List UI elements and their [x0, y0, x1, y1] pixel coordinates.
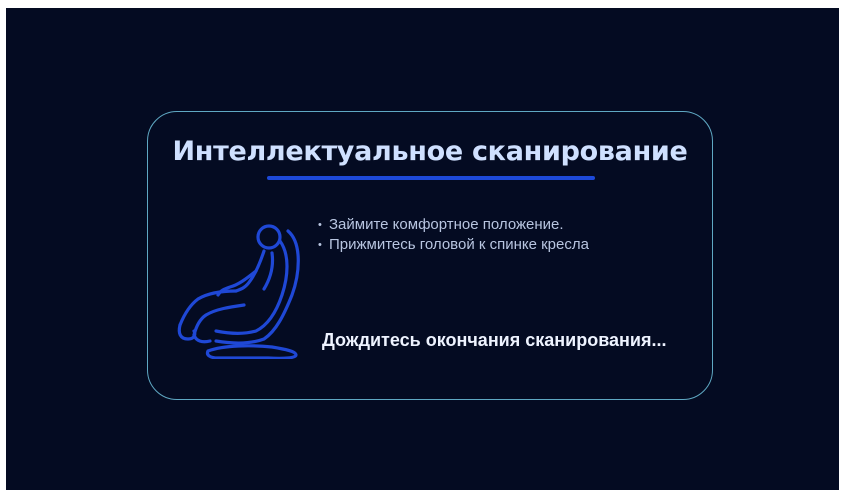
massage-chair-icon	[177, 224, 300, 359]
scan-title: Интеллектуальное сканирование	[172, 136, 688, 167]
scan-status-text: Дождитесь окончания сканирования...	[322, 330, 667, 350]
instruction-list: Займите комфортное положение. Прижмитесь…	[318, 215, 589, 255]
screen-background: Интеллектуальное сканирование Займите к	[6, 8, 839, 490]
scan-card: Интеллектуальное сканирование Займите к	[147, 111, 713, 400]
instruction-item: Прижмитесь головой к спинке кресла	[318, 235, 589, 255]
title-underline	[267, 176, 595, 180]
instruction-item: Займите комфортное положение.	[318, 215, 589, 235]
